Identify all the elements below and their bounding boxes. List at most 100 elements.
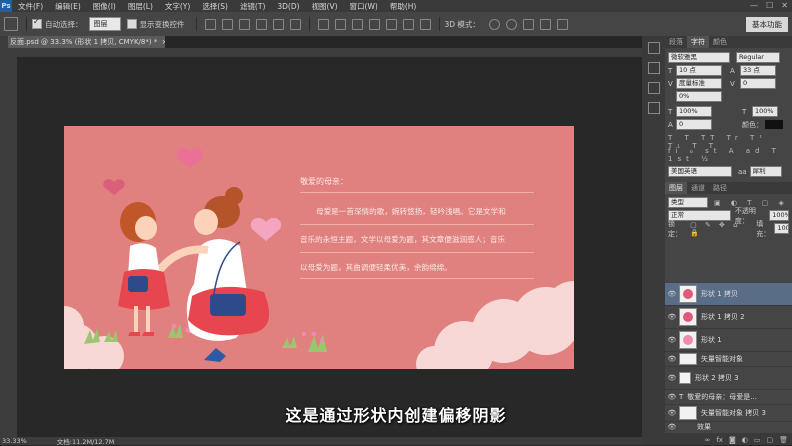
align-left-icon[interactable] xyxy=(255,18,267,30)
character-icon[interactable] xyxy=(648,82,660,94)
eye-icon[interactable]: 👁 xyxy=(665,290,679,298)
layer-row[interactable]: 👁 矢量智能对象 拷贝 3 xyxy=(665,405,792,422)
distribute-vcenter-icon[interactable] xyxy=(334,18,346,30)
move-tool-icon[interactable] xyxy=(4,17,18,31)
link-layers-icon[interactable]: ∞ xyxy=(705,436,711,444)
layer-name: 效果 xyxy=(697,423,711,431)
layer-row[interactable]: 👁 T 敬爱的母亲：母爱是... xyxy=(665,390,792,405)
layer-row[interactable]: 👁 形状 1 xyxy=(665,329,792,352)
tab-channels[interactable]: 通道 xyxy=(687,182,709,194)
3d-scale-icon[interactable] xyxy=(556,18,568,30)
align-vcenter-icon[interactable] xyxy=(221,18,233,30)
menu-image[interactable]: 图像(I) xyxy=(87,1,122,12)
menu-edit[interactable]: 编辑(E) xyxy=(49,1,87,12)
menu-help[interactable]: 帮助(H) xyxy=(384,1,423,12)
layer-name: 形状 2 拷贝 3 xyxy=(695,374,739,382)
eye-icon[interactable]: 👁 xyxy=(665,336,679,344)
distribute-right-icon[interactable] xyxy=(402,18,414,30)
eye-icon[interactable]: 👁 xyxy=(665,393,679,401)
workspace-switcher[interactable]: 基本功能 xyxy=(746,17,788,32)
minimize-button[interactable]: — xyxy=(750,1,758,10)
distribute-hcenter-icon[interactable] xyxy=(385,18,397,30)
opentype-buttons[interactable]: fi ℴ st A ad T 1st ½ xyxy=(665,147,792,163)
language-select[interactable]: 美国英语 xyxy=(668,166,732,177)
adjustment-icon[interactable]: ◐ xyxy=(742,436,748,444)
eye-icon[interactable]: 👁 xyxy=(665,313,679,321)
layer-thumbnail xyxy=(679,331,697,349)
menu-file[interactable]: 文件(F) xyxy=(12,1,49,12)
paragraph-icon[interactable] xyxy=(648,102,660,114)
layer-effects-row[interactable]: 👁 效果 xyxy=(665,421,792,434)
menu-layer[interactable]: 图层(L) xyxy=(122,1,159,12)
eye-icon[interactable]: 👁 xyxy=(665,355,679,363)
layer-name: 矢量智能对象 xyxy=(701,355,743,363)
new-layer-icon[interactable]: ▢ xyxy=(766,436,773,444)
horizontal-scale-field[interactable]: 100% xyxy=(752,106,778,117)
fx-icon[interactable]: fx xyxy=(716,436,723,444)
maximize-button[interactable]: ☐ xyxy=(766,1,773,10)
antialias-select[interactable]: 犀利 xyxy=(749,166,782,177)
tab-paths[interactable]: 路径 xyxy=(709,182,731,194)
layer-row[interactable]: 👁 形状 1 拷贝 2 xyxy=(665,306,792,329)
properties-icon[interactable] xyxy=(648,62,660,74)
3d-rotate-icon[interactable] xyxy=(488,18,500,30)
trash-icon[interactable]: 🗑 xyxy=(779,436,788,444)
auto-select-label: 自动选择： xyxy=(45,19,83,29)
auto-select-dropdown[interactable]: 图层 xyxy=(88,17,121,31)
mask-icon[interactable]: ◙ xyxy=(729,436,736,444)
show-transform-checkbox[interactable] xyxy=(126,19,137,29)
layer-kind-filter[interactable]: 类型 xyxy=(668,197,708,208)
layer-row[interactable]: 👁 形状 2 拷贝 3 xyxy=(665,367,792,390)
tab-layers[interactable]: 图层 xyxy=(665,182,687,194)
fill-field[interactable]: 100% xyxy=(774,223,789,234)
3d-slide-icon[interactable] xyxy=(539,18,551,30)
lock-icons[interactable]: ▢ ✎ ✥ ⌂ 🔒 xyxy=(690,221,748,237)
lock-label: 锁定： xyxy=(668,219,682,238)
distribute-left-icon[interactable] xyxy=(368,18,380,30)
vertical-scale-field[interactable]: 100% xyxy=(676,106,712,117)
tab-color[interactable]: 颜色 xyxy=(709,36,731,48)
document-tab-close[interactable]: × xyxy=(162,38,165,46)
text-color-swatch[interactable] xyxy=(765,120,783,129)
menu-type[interactable]: 文字(Y) xyxy=(159,1,196,12)
layer-name: 形状 1 xyxy=(701,336,722,344)
align-hcenter-icon[interactable] xyxy=(272,18,284,30)
close-window-button[interactable]: ✕ xyxy=(781,1,788,10)
menu-3d[interactable]: 3D(D) xyxy=(271,2,305,11)
3d-pan-icon[interactable] xyxy=(522,18,534,30)
new-group-icon[interactable]: ▭ xyxy=(754,436,761,444)
3d-roll-icon[interactable] xyxy=(505,18,517,30)
zoom-level[interactable]: 33.33% xyxy=(2,437,27,445)
tracking-field[interactable]: 0 xyxy=(740,78,776,89)
menu-select[interactable]: 选择(S) xyxy=(196,1,234,12)
tab-character[interactable]: 字符 xyxy=(687,36,709,48)
eye-icon[interactable]: 👁 xyxy=(665,409,679,417)
document-tab[interactable]: 反面.psd @ 33.3% (形状 1 拷贝, CMYK/8*) * × xyxy=(8,36,165,48)
artwork[interactable]: 敬爱的母亲： 母爱是一首深情的歌，婉转悠扬，轻吟浅唱。它是文学和 音乐的永恒主题… xyxy=(64,126,574,369)
baseline-shift-field[interactable]: 0 xyxy=(676,119,712,130)
menu-view[interactable]: 视图(V) xyxy=(306,1,344,12)
layer-row-selected[interactable]: 👁 形状 1 拷贝 xyxy=(665,283,792,306)
eye-icon[interactable]: 👁 xyxy=(665,374,679,382)
menu-filter[interactable]: 滤镜(T) xyxy=(234,1,271,12)
font-family-select[interactable]: 微软雅黑 xyxy=(668,52,730,63)
align-top-icon[interactable] xyxy=(204,18,216,30)
history-icon[interactable] xyxy=(648,42,660,54)
distribute-top-icon[interactable] xyxy=(317,18,329,30)
auto-align-icon[interactable] xyxy=(419,18,431,30)
font-size-field[interactable]: 10 点 xyxy=(676,65,722,76)
eye-icon[interactable]: 👁 xyxy=(665,423,679,431)
auto-select-checkbox[interactable] xyxy=(32,17,42,29)
kerning-field[interactable]: 度量标准 xyxy=(676,78,722,89)
leading-field[interactable]: 33 点 xyxy=(740,65,776,76)
align-right-icon[interactable] xyxy=(289,18,301,30)
menu-window[interactable]: 窗口(W) xyxy=(344,1,384,12)
layer-row[interactable]: 👁 矢量智能对象 xyxy=(665,352,792,367)
tab-paragraph[interactable]: 段落 xyxy=(665,36,687,48)
layer-thumbnail xyxy=(679,353,697,365)
align-bottom-icon[interactable] xyxy=(238,18,250,30)
tsume-field[interactable]: 0% xyxy=(676,91,722,102)
font-style-select[interactable]: Regular xyxy=(736,52,780,63)
distribute-bottom-icon[interactable] xyxy=(351,18,363,30)
antialias-icon: aa xyxy=(738,167,747,176)
